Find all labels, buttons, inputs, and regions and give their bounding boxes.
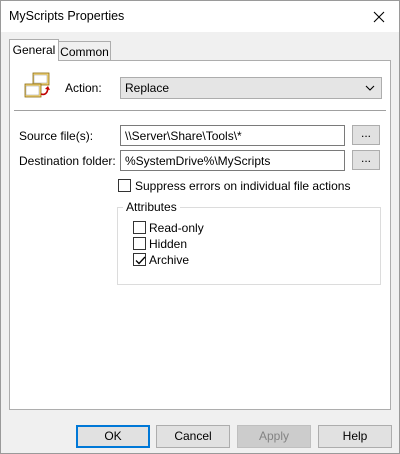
source-browse-button[interactable]: ... bbox=[352, 125, 380, 145]
destination-folder-label: Destination folder: bbox=[19, 154, 116, 168]
destination-folder-input[interactable]: %SystemDrive%\MyScripts bbox=[120, 150, 345, 171]
suppress-errors-label: Suppress errors on individual file actio… bbox=[135, 179, 351, 193]
tab-common[interactable]: Common bbox=[59, 41, 111, 61]
properties-dialog: MyScripts Properties General Common Acti… bbox=[0, 0, 400, 454]
destination-folder-value: %SystemDrive%\MyScripts bbox=[125, 154, 271, 168]
cancel-button[interactable]: Cancel bbox=[156, 425, 230, 448]
destination-browse-button[interactable]: ... bbox=[352, 150, 380, 170]
close-button[interactable] bbox=[359, 1, 399, 32]
source-files-label: Source file(s): bbox=[19, 129, 94, 143]
source-files-input[interactable]: \\Server\Share\Tools\* bbox=[120, 125, 345, 146]
action-label: Action: bbox=[65, 81, 102, 95]
files-replace-icon bbox=[21, 70, 55, 104]
apply-button[interactable]: Apply bbox=[237, 425, 311, 448]
archive-label: Archive bbox=[149, 253, 190, 267]
read-only-label: Read-only bbox=[149, 221, 204, 235]
action-value: Replace bbox=[125, 81, 170, 95]
chevron-down-icon bbox=[365, 85, 375, 91]
tab-general[interactable]: General bbox=[9, 39, 59, 61]
source-files-value: \\Server\Share\Tools\* bbox=[125, 129, 242, 143]
hidden-checkbox[interactable] bbox=[133, 237, 146, 250]
archive-checkbox[interactable] bbox=[133, 253, 146, 266]
attributes-group-title: Attributes bbox=[123, 200, 180, 214]
title-bar: MyScripts Properties bbox=[1, 1, 399, 32]
close-icon bbox=[373, 11, 385, 22]
checkmark-icon bbox=[135, 256, 146, 265]
action-dropdown[interactable]: Replace bbox=[120, 77, 382, 99]
suppress-errors-checkbox[interactable] bbox=[118, 179, 131, 192]
window-title: MyScripts Properties bbox=[9, 9, 125, 23]
separator bbox=[14, 110, 386, 111]
hidden-label: Hidden bbox=[149, 237, 188, 251]
read-only-checkbox[interactable] bbox=[133, 221, 146, 234]
ok-button[interactable]: OK bbox=[76, 425, 150, 448]
help-button[interactable]: Help bbox=[318, 425, 392, 448]
general-tab-panel: Action: Replace Source file(s): \\Server… bbox=[9, 60, 391, 410]
